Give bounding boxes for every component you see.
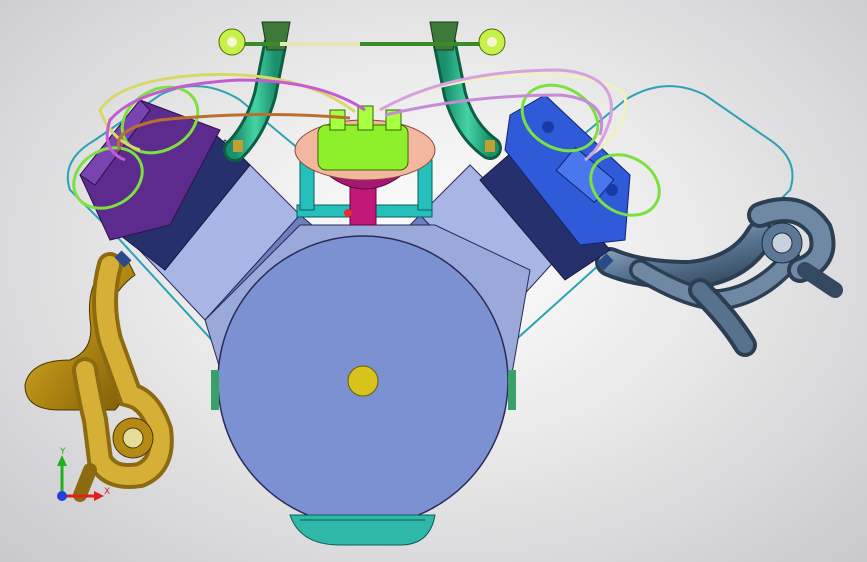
engine-model[interactable]: Y X bbox=[0, 0, 867, 562]
distributor[interactable] bbox=[294, 105, 436, 226]
triad-y-label: Y bbox=[59, 447, 66, 457]
graphics-viewport[interactable]: Y X bbox=[0, 0, 867, 562]
right-exhaust-header[interactable] bbox=[595, 197, 843, 357]
crankshaft-hub-icon[interactable] bbox=[347, 365, 379, 397]
triad-x-label: X bbox=[104, 487, 110, 497]
left-exhaust-header[interactable] bbox=[24, 252, 174, 502]
oil-pan[interactable] bbox=[289, 514, 436, 546]
